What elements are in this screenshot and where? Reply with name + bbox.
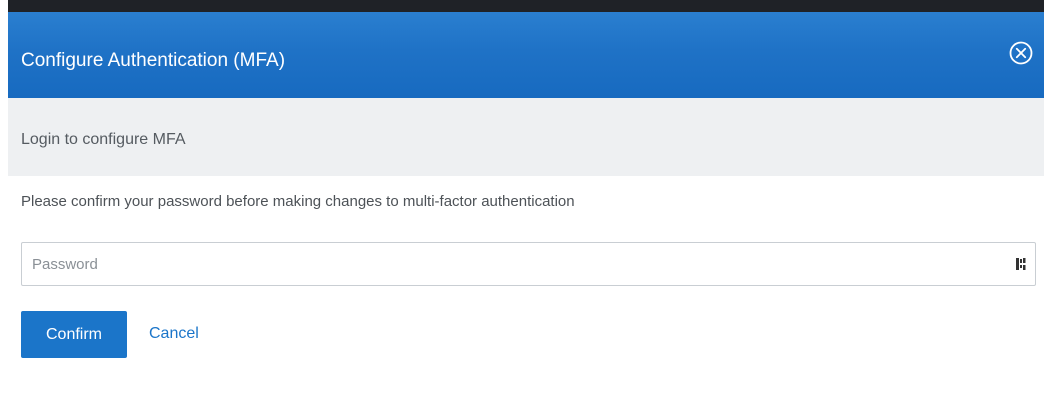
password-manager-icon[interactable] (1015, 256, 1027, 272)
confirm-button[interactable]: Confirm (21, 311, 127, 358)
close-icon[interactable] (1008, 40, 1034, 66)
page: Configure Authentication (MFA) Login to … (0, 0, 1052, 395)
instruction-text: Please confirm your password before maki… (21, 193, 575, 210)
dialog-header: Configure Authentication (MFA) (8, 12, 1044, 98)
mfa-dialog: Configure Authentication (MFA) Login to … (8, 12, 1044, 395)
dialog-subheader: Login to configure MFA (8, 98, 1044, 176)
password-input[interactable] (22, 243, 1035, 285)
backdrop-strip (8, 0, 1044, 12)
dialog-title: Configure Authentication (MFA) (21, 50, 286, 71)
password-field-wrapper (21, 242, 1036, 286)
subheader-text: Login to configure MFA (21, 131, 186, 148)
cancel-link[interactable]: Cancel (149, 324, 199, 344)
